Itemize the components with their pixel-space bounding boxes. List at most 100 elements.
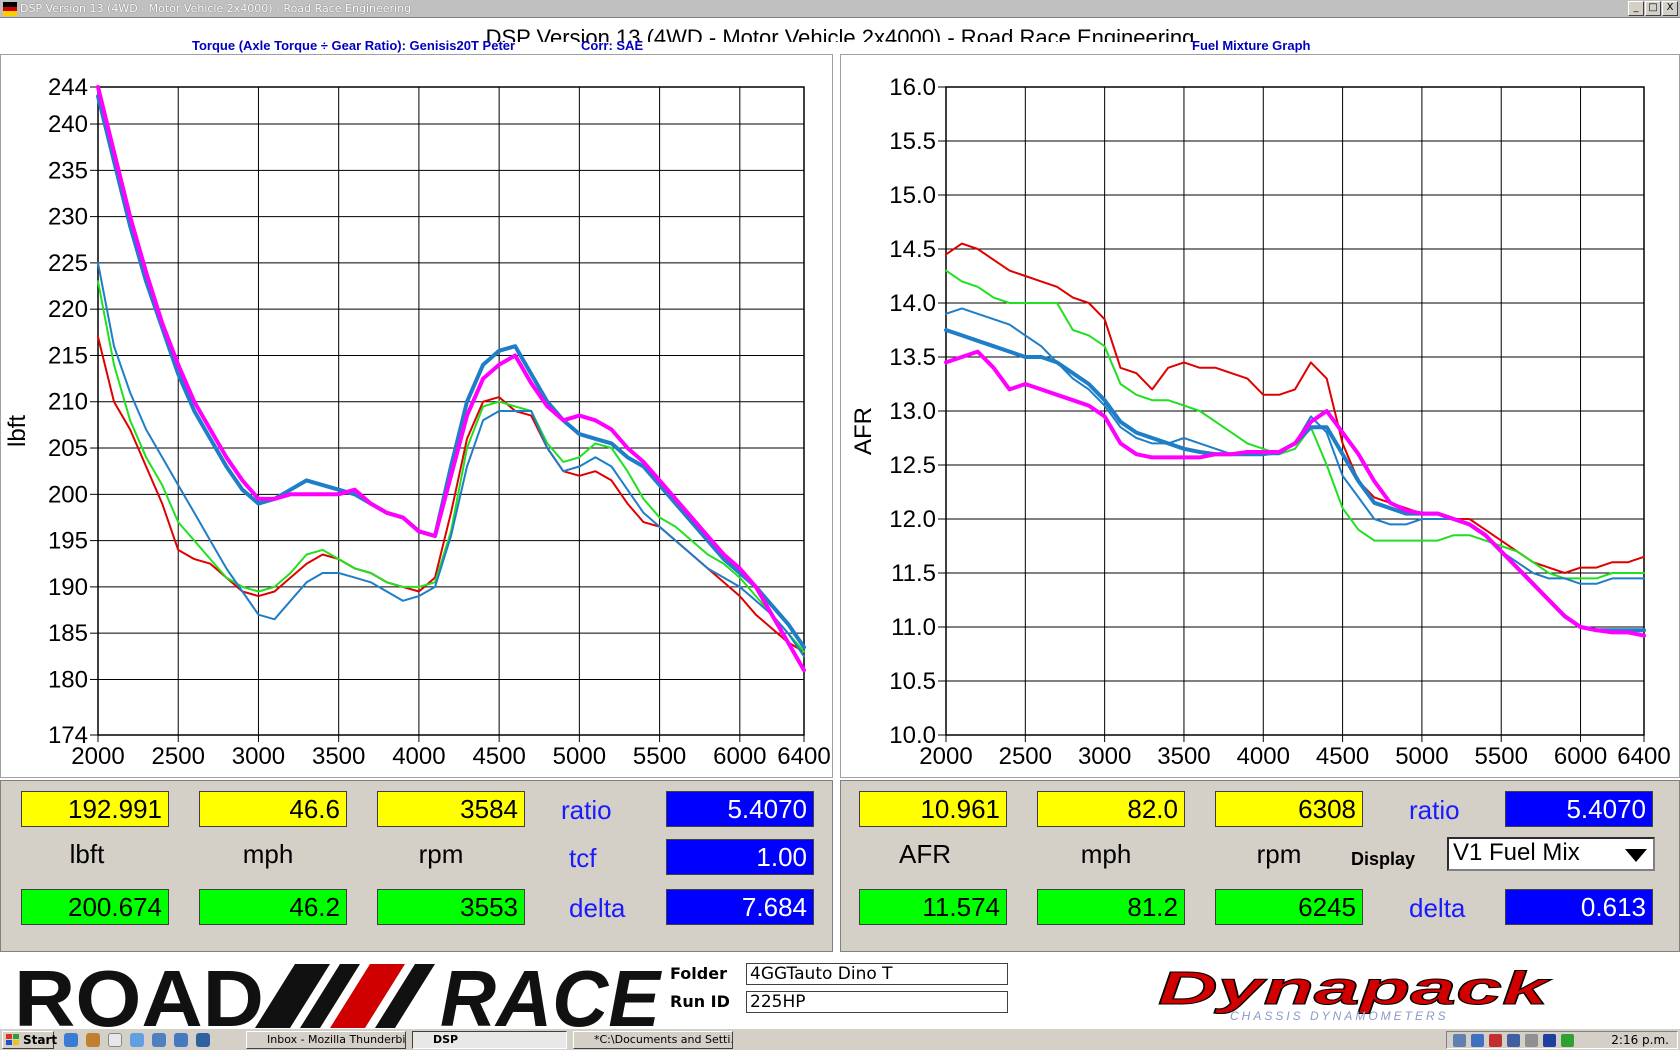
task-documents[interactable]: *C:\Documents and Setti...	[573, 1031, 733, 1049]
window-title: DSP Version 13 (4WD - Motor Vehicle 2x40…	[20, 2, 412, 15]
task-thunderbird[interactable]: Inbox - Mozilla Thunderbird	[246, 1031, 406, 1049]
torque-ytick-label: 230	[48, 204, 88, 231]
fuel-heading: Fuel Mixture Graph	[1192, 38, 1311, 53]
task-documents-label: *C:\Documents and Setti...	[594, 1033, 733, 1046]
afr-ytick-label: 15.0	[889, 182, 936, 209]
lbft-label: lbft	[69, 839, 105, 869]
tray-network-icon[interactable]	[1453, 1034, 1466, 1047]
brand-name: Dynapack	[1158, 962, 1552, 1014]
afr-series-blue-3	[944, 328, 1646, 633]
thunderbird-quick-icon[interactable]	[196, 1033, 210, 1047]
torque-series-blue-3	[96, 94, 806, 650]
torque-ytick-label: 174	[48, 722, 88, 749]
afr-peak: 11.574	[859, 889, 1007, 925]
torque-ytick-label: 225	[48, 250, 88, 277]
folder-label: Folder	[670, 964, 727, 983]
afr-ytick-label: 15.5	[889, 128, 936, 155]
ie-icon[interactable]	[64, 1033, 78, 1047]
task-dsp[interactable]: DSP	[412, 1031, 567, 1049]
window-titlebar: DSP Version 13 (4WD - Motor Vehicle 2x40…	[0, 0, 1680, 18]
torque-ytick-label: 235	[48, 157, 88, 184]
torque-xtick-label: 6000	[713, 743, 766, 770]
afr-x-axis-title: Engine RPM	[1228, 777, 1363, 779]
afr-xtick-label: 6400	[1617, 743, 1670, 770]
delta-value-right: 0.613	[1505, 889, 1653, 925]
torque-xtick-label: 6400	[777, 743, 830, 770]
torque-heading: Torque (Axle Torque ÷ Gear Ratio): Genis…	[192, 38, 516, 53]
lbft-current: 192.991	[21, 791, 169, 827]
tray-bluetooth-icon[interactable]	[1543, 1034, 1556, 1047]
mph-label-right: mph	[1080, 839, 1132, 869]
tcf-value: 1.00	[666, 839, 814, 875]
afr-series-magenta-4	[944, 349, 1646, 638]
afr-series-red-0	[945, 242, 1645, 574]
system-tray: 2:16 p.m.	[1446, 1031, 1678, 1049]
torque-y-axis-title: lbft	[4, 415, 31, 447]
start-button[interactable]: Start	[2, 1031, 57, 1049]
dynapack-logo: Dynapack CHASSIS DYNAMOMETERS	[1158, 962, 1553, 1024]
tray-security-icon[interactable]	[1489, 1034, 1502, 1047]
torque-ytick-label: 195	[48, 528, 88, 555]
torque-xtick-label: 3000	[232, 743, 285, 770]
rpm-label-right: rpm	[1256, 839, 1302, 869]
maximize-button[interactable]: □	[1645, 1, 1661, 16]
windows-logo-icon	[6, 1034, 19, 1045]
afr-series-green-1	[945, 269, 1645, 580]
brand-subtitle: CHASSIS DYNAMOMETERS	[1230, 1009, 1449, 1023]
runid-field[interactable]: 225HP	[746, 991, 1008, 1013]
mph-label: mph	[242, 839, 294, 869]
afr-xtick-label: 6000	[1554, 743, 1607, 770]
tray-app-icon[interactable]	[1561, 1034, 1574, 1047]
afr-ytick-label: 11.5	[891, 560, 936, 587]
close-button[interactable]: X	[1662, 1, 1678, 16]
torque-chart-panel: 2000 2500 3000 3500 4000 4500 5000 5500 6000 6400…	[0, 54, 833, 804]
minimize-button[interactable]: _	[1628, 1, 1644, 16]
torque-xtick-label: 4000	[392, 743, 445, 770]
rpm-peak: 3553	[377, 889, 525, 925]
afr-xtick-label: 3000	[1078, 743, 1131, 770]
runid-label: Run ID	[670, 992, 730, 1011]
afr-ytick-label: 14.5	[889, 236, 936, 263]
torque-ytick-label: 215	[48, 342, 88, 369]
tray-update-icon[interactable]	[1507, 1034, 1520, 1047]
torque-x-axis-title: Engine RPM	[384, 777, 519, 779]
torque-ytick-label: 200	[48, 481, 88, 508]
torque-ytick-label: 180	[48, 666, 88, 693]
workspace: DSP Version 13 (4WD - Motor Vehicle 2x40…	[0, 18, 1680, 960]
fuel-chart-panel: 2000 2500 3000 3500 4000 4500 5000 5500 6000 6400…	[840, 54, 1680, 804]
afr-ytick-label: 10.5	[889, 668, 936, 695]
torque-plot-area	[97, 86, 805, 736]
torque-readout: 192.991 46.6 3584 lbft mph rpm 200.674 4…	[0, 780, 833, 952]
torque-xtick-label: 3500	[312, 743, 365, 770]
torque-chart: 2000 2500 3000 3500 4000 4500 5000 5500 6000 6400…	[4, 74, 831, 804]
afr-ytick-label: 14.0	[889, 290, 936, 317]
torque-ytick-label: 240	[48, 111, 88, 138]
correction-label: Corr: SAE	[581, 38, 644, 53]
torque-ytick-label: 244	[48, 74, 88, 101]
lbft-peak: 200.674	[21, 889, 169, 925]
afr-current: 10.961	[859, 791, 1007, 827]
folder-field[interactable]: 4GGTauto Dino T	[746, 963, 1008, 985]
media-icon[interactable]	[174, 1033, 188, 1047]
afr-xtick-label: 5000	[1395, 743, 1448, 770]
afr-ytick-label: 11.0	[891, 614, 936, 641]
quicklaunch-icon[interactable]	[86, 1033, 100, 1047]
delta-label-right: delta	[1409, 893, 1466, 923]
afr-grid	[938, 86, 1645, 742]
desktop-icon[interactable]	[152, 1033, 166, 1047]
tray-volume-icon[interactable]	[1525, 1034, 1538, 1047]
afr-ytick-label: 12.5	[889, 452, 936, 479]
chevron-down-icon[interactable]	[1625, 849, 1647, 862]
display-select-value: V1 Fuel Mix	[1453, 839, 1580, 866]
display-select[interactable]: V1 Fuel Mix	[1447, 837, 1655, 871]
ratio-value-right: 5.4070	[1505, 791, 1653, 827]
afr-ytick-label: 16.0	[889, 74, 936, 101]
explorer-icon[interactable]	[130, 1033, 144, 1047]
afr-xtick-label: 2500	[999, 743, 1052, 770]
torque-series-magenta-4	[96, 85, 806, 673]
rpm-label: rpm	[418, 839, 464, 869]
fuel-chart: 2000 2500 3000 3500 4000 4500 5000 5500 6000 6400…	[850, 74, 1671, 804]
afr-xtick-label: 4500	[1316, 743, 1369, 770]
notepad-icon[interactable]	[108, 1033, 122, 1047]
tray-display-icon[interactable]	[1471, 1034, 1484, 1047]
